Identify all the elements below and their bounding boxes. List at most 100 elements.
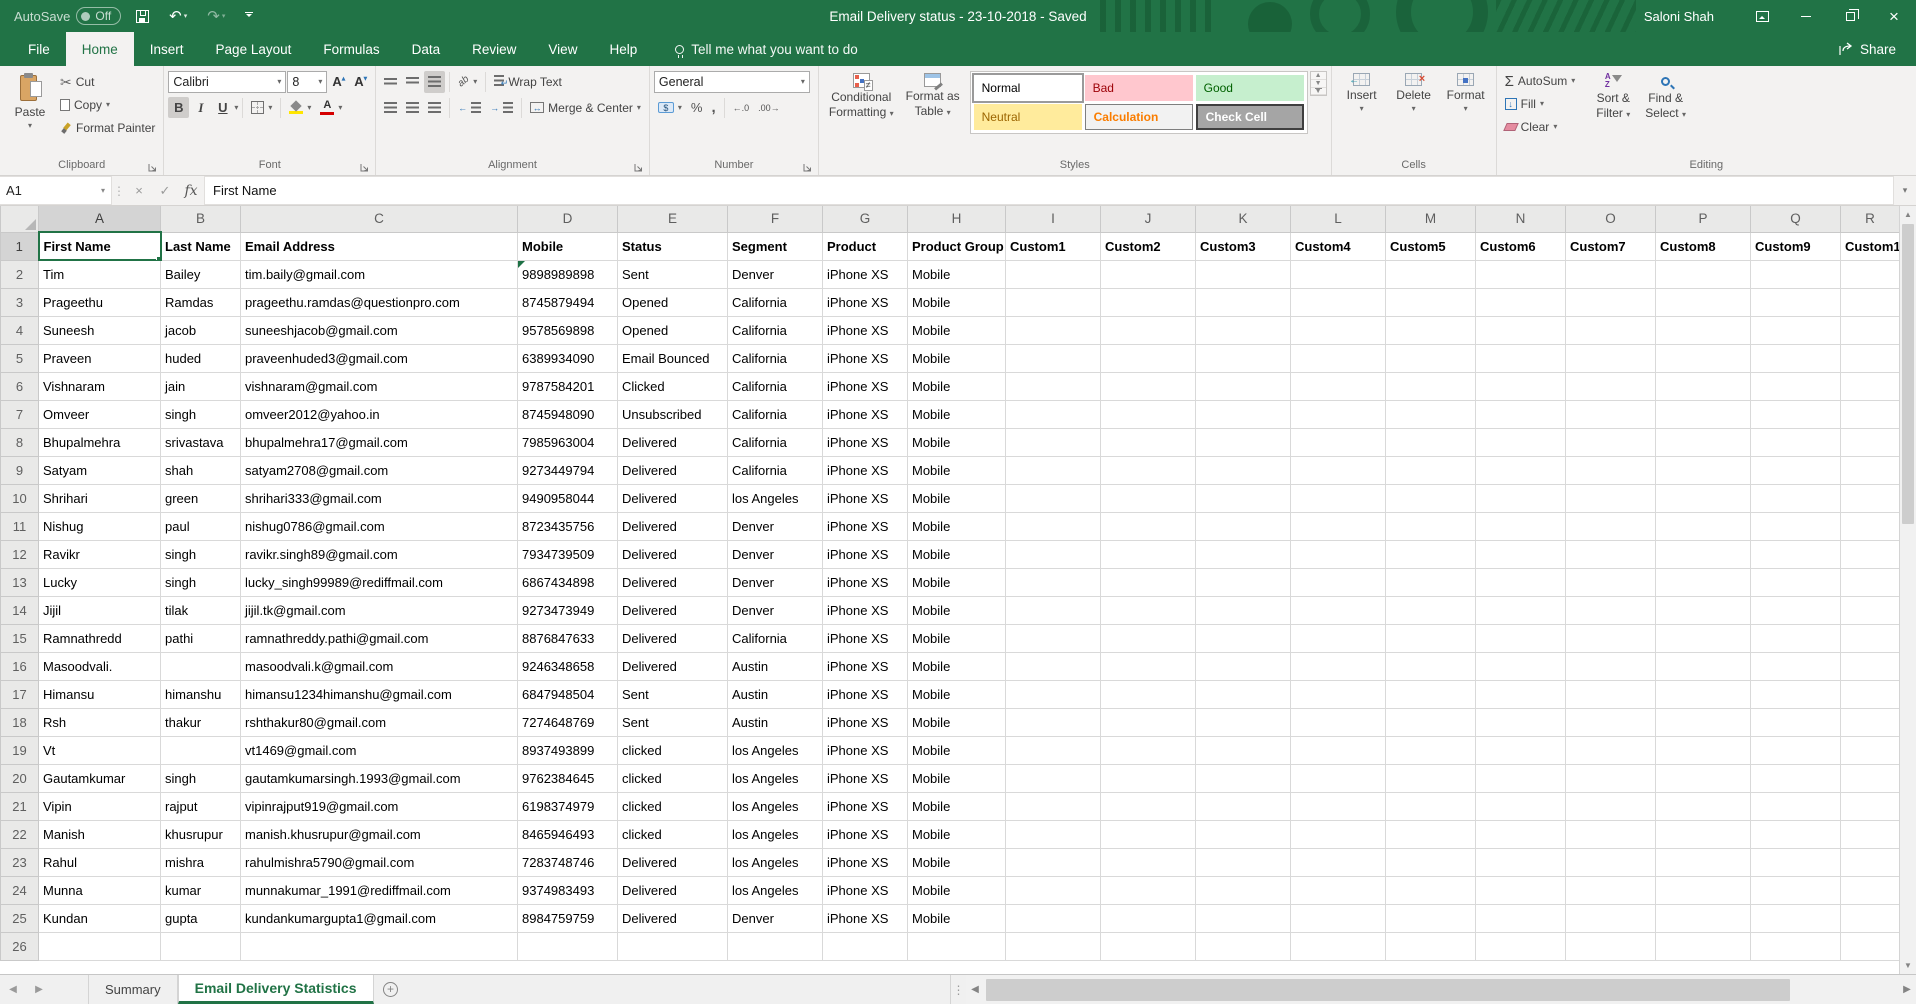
cell-H25[interactable]: Mobile bbox=[908, 904, 1006, 932]
cell-P5[interactable] bbox=[1656, 344, 1751, 372]
column-header-H[interactable]: H bbox=[908, 206, 1006, 232]
cell-N16[interactable] bbox=[1476, 652, 1566, 680]
ribbon-tab-insert[interactable]: Insert bbox=[134, 32, 200, 66]
column-header-A[interactable]: A bbox=[39, 206, 161, 232]
cell-C7[interactable]: omveer2012@yahoo.in bbox=[241, 400, 518, 428]
row-header-12[interactable]: 12 bbox=[1, 540, 39, 568]
cell-E7[interactable]: Unsubscribed bbox=[618, 400, 728, 428]
cell-F10[interactable]: los Angeles bbox=[728, 484, 823, 512]
cell-style-normal[interactable]: Normal bbox=[974, 75, 1082, 101]
cell-K8[interactable] bbox=[1196, 428, 1291, 456]
cell-G6[interactable]: iPhone XS bbox=[823, 372, 908, 400]
cell-R8[interactable] bbox=[1841, 428, 1900, 456]
cell-M16[interactable] bbox=[1386, 652, 1476, 680]
cell-F8[interactable]: California bbox=[728, 428, 823, 456]
cell-N19[interactable] bbox=[1476, 736, 1566, 764]
cell-F3[interactable]: California bbox=[728, 288, 823, 316]
cell-A23[interactable]: Rahul bbox=[39, 848, 161, 876]
cell-J12[interactable] bbox=[1101, 540, 1196, 568]
cell-G10[interactable]: iPhone XS bbox=[823, 484, 908, 512]
cell-B4[interactable]: jacob bbox=[161, 316, 241, 344]
cell-N26[interactable] bbox=[1476, 932, 1566, 960]
cell-B20[interactable]: singh bbox=[161, 764, 241, 792]
cell-O2[interactable] bbox=[1566, 260, 1656, 288]
cell-H20[interactable]: Mobile bbox=[908, 764, 1006, 792]
cell-E16[interactable]: Delivered bbox=[618, 652, 728, 680]
cell-P2[interactable] bbox=[1656, 260, 1751, 288]
row-header-5[interactable]: 5 bbox=[1, 344, 39, 372]
cell-J25[interactable] bbox=[1101, 904, 1196, 932]
wrap-text-button[interactable]: ↵Wrap Text bbox=[490, 71, 566, 93]
cell-F13[interactable]: Denver bbox=[728, 568, 823, 596]
cell-N2[interactable] bbox=[1476, 260, 1566, 288]
cell-D3[interactable]: 8745879494 bbox=[518, 288, 618, 316]
increase-decimal-button[interactable]: ←.0 bbox=[729, 97, 754, 119]
cell-Q19[interactable] bbox=[1751, 736, 1841, 764]
cell-D11[interactable]: 8723435756 bbox=[518, 512, 618, 540]
cell-H21[interactable]: Mobile bbox=[908, 792, 1006, 820]
cell-I26[interactable] bbox=[1006, 932, 1101, 960]
cell-L15[interactable] bbox=[1291, 624, 1386, 652]
autosave-pill[interactable]: Off bbox=[76, 7, 121, 25]
cell-A18[interactable]: Rsh bbox=[39, 708, 161, 736]
cell-F16[interactable]: Austin bbox=[728, 652, 823, 680]
cell-O11[interactable] bbox=[1566, 512, 1656, 540]
insert-cells-button[interactable]: ← Insert ▾ bbox=[1336, 69, 1388, 115]
row-header-13[interactable]: 13 bbox=[1, 568, 39, 596]
cell-C22[interactable]: manish.khusrupur@gmail.com bbox=[241, 820, 518, 848]
cell-C17[interactable]: himansu1234himanshu@gmail.com bbox=[241, 680, 518, 708]
scroll-up-button[interactable]: ▲ bbox=[1900, 206, 1916, 223]
cell-G12[interactable]: iPhone XS bbox=[823, 540, 908, 568]
cell-D6[interactable]: 9787584201 bbox=[518, 372, 618, 400]
cell-J17[interactable] bbox=[1101, 680, 1196, 708]
cell-N4[interactable] bbox=[1476, 316, 1566, 344]
gallery-more-button[interactable]: ▼ bbox=[1311, 88, 1326, 95]
cell-O24[interactable] bbox=[1566, 876, 1656, 904]
cell-H10[interactable]: Mobile bbox=[908, 484, 1006, 512]
cell-I11[interactable] bbox=[1006, 512, 1101, 540]
cell-H13[interactable]: Mobile bbox=[908, 568, 1006, 596]
row-header-16[interactable]: 16 bbox=[1, 652, 39, 680]
cell-R5[interactable] bbox=[1841, 344, 1900, 372]
font-name-caret-icon[interactable]: ▾ bbox=[271, 77, 281, 86]
cell-A1[interactable]: First Name bbox=[39, 232, 161, 260]
cell-P4[interactable] bbox=[1656, 316, 1751, 344]
cell-P25[interactable] bbox=[1656, 904, 1751, 932]
cell-D18[interactable]: 7274648769 bbox=[518, 708, 618, 736]
cell-A8[interactable]: Bhupalmehra bbox=[39, 428, 161, 456]
cell-O19[interactable] bbox=[1566, 736, 1656, 764]
format-as-table-caret-icon[interactable]: ▾ bbox=[947, 108, 951, 117]
cell-I23[interactable] bbox=[1006, 848, 1101, 876]
cell-style-calculation[interactable]: Calculation bbox=[1085, 104, 1193, 130]
cell-A22[interactable]: Manish bbox=[39, 820, 161, 848]
sheet-tab-email-delivery-statistics[interactable]: Email Delivery Statistics bbox=[178, 975, 374, 1004]
cell-H3[interactable]: Mobile bbox=[908, 288, 1006, 316]
cell-A16[interactable]: Masoodvali. bbox=[39, 652, 161, 680]
cell-P24[interactable] bbox=[1656, 876, 1751, 904]
new-sheet-button[interactable]: + bbox=[374, 975, 408, 1004]
cell-D24[interactable]: 9374983493 bbox=[518, 876, 618, 904]
cell-H7[interactable]: Mobile bbox=[908, 400, 1006, 428]
cell-R11[interactable] bbox=[1841, 512, 1900, 540]
cell-I17[interactable] bbox=[1006, 680, 1101, 708]
cell-C1[interactable]: Email Address bbox=[241, 232, 518, 260]
cell-G5[interactable]: iPhone XS bbox=[823, 344, 908, 372]
cell-O4[interactable] bbox=[1566, 316, 1656, 344]
sheet-nav-right-button[interactable]: ▶ bbox=[26, 975, 52, 1004]
cell-P3[interactable] bbox=[1656, 288, 1751, 316]
format-as-table-button[interactable]: Format asTable ▾ bbox=[900, 69, 966, 121]
insert-cells-caret-icon[interactable]: ▾ bbox=[1360, 105, 1364, 113]
horizontal-scroll-track[interactable] bbox=[984, 975, 1898, 1004]
cell-N1[interactable]: Custom6 bbox=[1476, 232, 1566, 260]
cell-L22[interactable] bbox=[1291, 820, 1386, 848]
sort-filter-caret-icon[interactable]: ▾ bbox=[1626, 110, 1630, 119]
cell-E8[interactable]: Delivered bbox=[618, 428, 728, 456]
column-header-K[interactable]: K bbox=[1196, 206, 1291, 232]
cell-P14[interactable] bbox=[1656, 596, 1751, 624]
tell-me-box[interactable]: Tell me what you want to do bbox=[675, 32, 858, 66]
cell-R4[interactable] bbox=[1841, 316, 1900, 344]
cell-D17[interactable]: 6847948504 bbox=[518, 680, 618, 708]
formula-bar-splitter[interactable]: ⋮ bbox=[112, 176, 126, 205]
cell-R18[interactable] bbox=[1841, 708, 1900, 736]
cell-Q20[interactable] bbox=[1751, 764, 1841, 792]
